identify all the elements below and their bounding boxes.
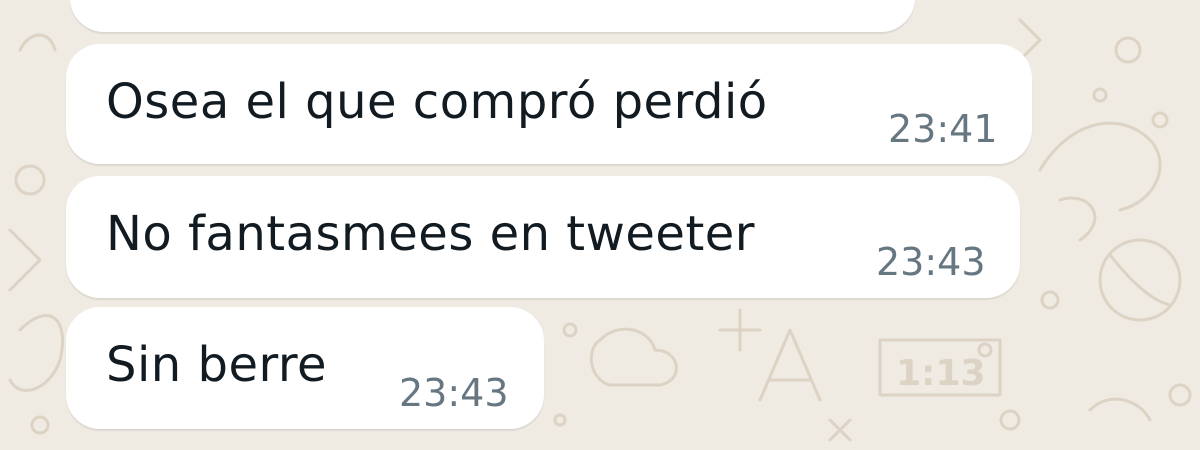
message-bubble[interactable]: Osea el que compró perdió 23:41 [66,44,1032,164]
message-bubble[interactable]: No fantasmees en tweeter 23:43 [66,176,1020,298]
message-text: No fantasmees en tweeter [106,206,756,262]
clock-doodle-text: 1:13 [896,353,986,394]
message-text: Osea el que compró perdió [106,74,768,130]
message-bubble[interactable]: Sin berre 23:43 [66,307,544,429]
message-timestamp: 23:41 [888,107,998,151]
message-timestamp: 23:43 [399,371,509,415]
message-timestamp: 23:43 [876,240,986,284]
message-text: Sin berre [106,337,328,393]
message-bubble-partial [70,0,915,32]
